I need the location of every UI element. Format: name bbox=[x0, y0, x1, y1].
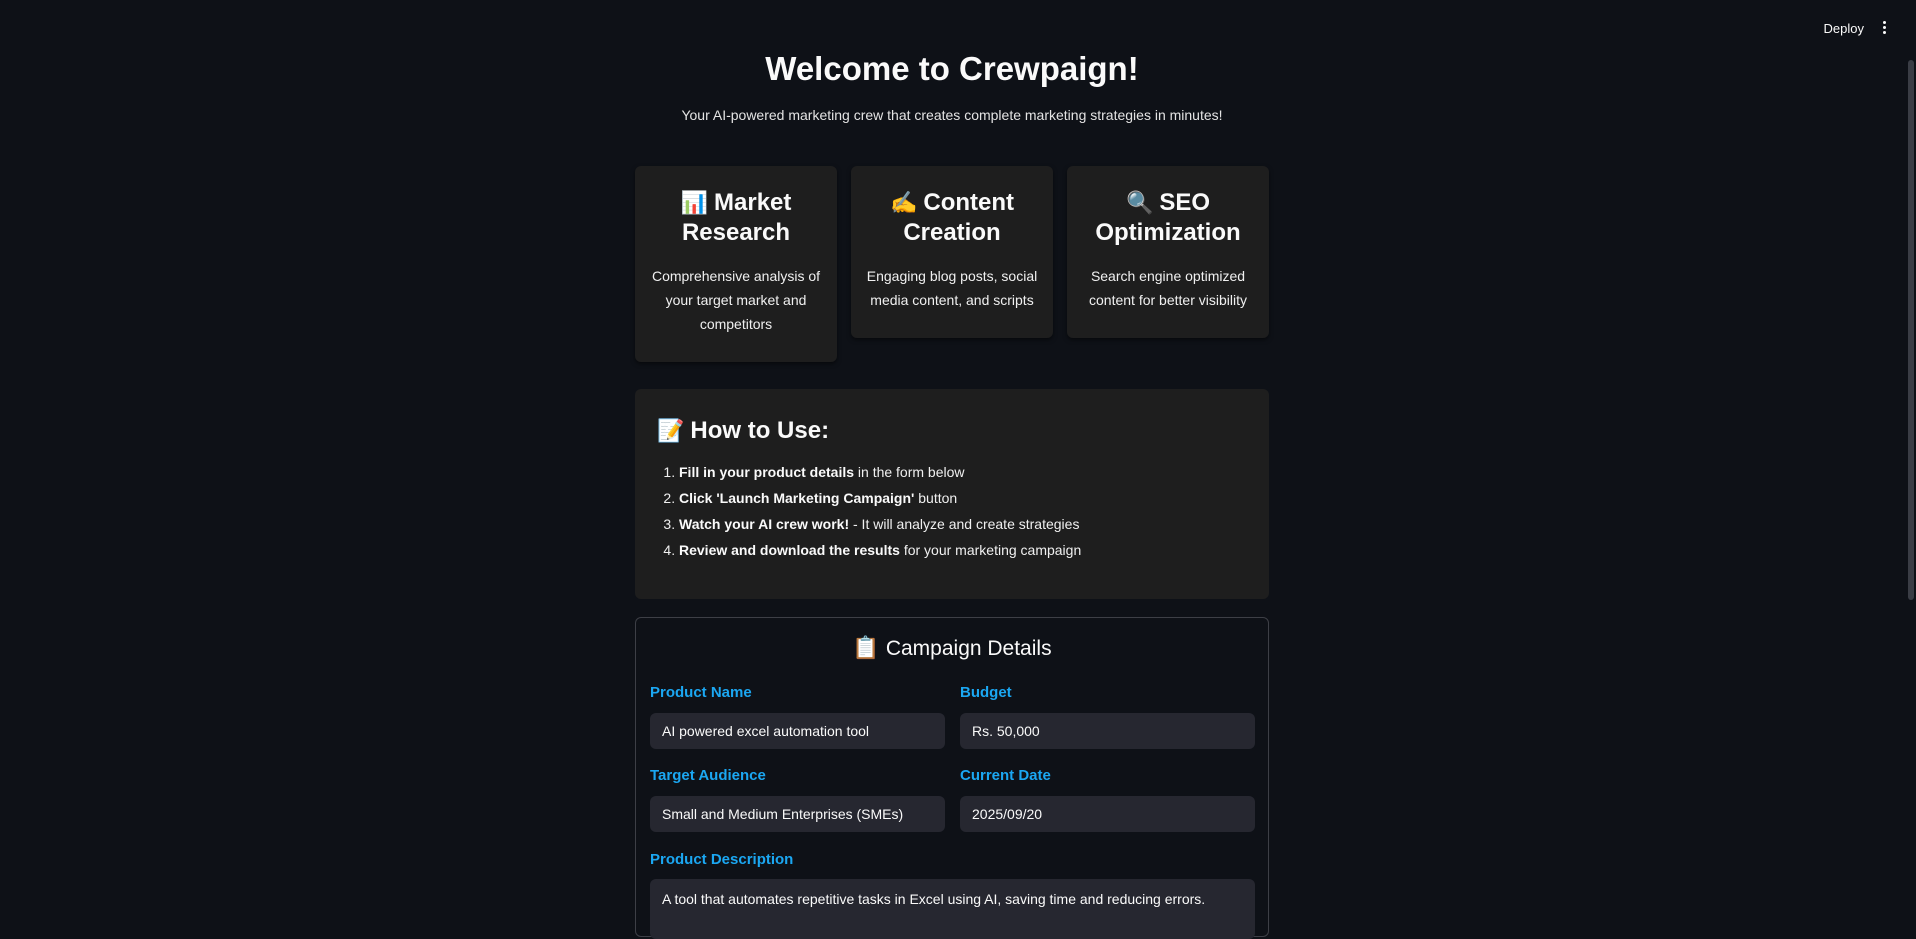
feature-description: Comprehensive analysis of your target ma… bbox=[651, 268, 821, 332]
feature-description: Engaging blog posts, social media conten… bbox=[866, 268, 1038, 308]
bar-chart-icon: 📊 bbox=[680, 190, 709, 215]
feature-description: Search engine optimized content for bett… bbox=[1089, 268, 1247, 308]
product-description-textarea[interactable]: A tool that automates repetitive tasks i… bbox=[650, 879, 1255, 939]
how-to-title-text: How to Use: bbox=[690, 417, 830, 444]
vertical-dots-icon[interactable] bbox=[1874, 16, 1894, 38]
budget-label: Budget bbox=[960, 684, 1012, 701]
scrollbar[interactable] bbox=[1908, 60, 1914, 600]
writing-hand-icon: ✍️ bbox=[889, 190, 918, 215]
list-item: Watch your AI crew work! - It will analy… bbox=[679, 511, 1247, 537]
feature-card-market-research: 📊 Market Research Comprehensive analysis … bbox=[635, 166, 837, 362]
memo-icon: 📝 bbox=[657, 418, 685, 443]
feature-title: 📊 Market Research bbox=[649, 188, 823, 248]
step-bold: Click 'Launch Marketing Campaign' bbox=[679, 490, 915, 506]
feature-title-text: Content Creation bbox=[903, 189, 1015, 246]
target-audience-input[interactable]: Small and Medium Enterprises (SMEs) bbox=[650, 796, 945, 832]
step-text: in the form below bbox=[854, 464, 965, 480]
feature-card-seo-optimization: 🔍 SEO Optimization Search engine optimize… bbox=[1067, 166, 1269, 338]
how-to-use-panel: 📝How to Use: Fill in your product detail… bbox=[635, 389, 1269, 599]
step-bold: Review and download the results bbox=[679, 542, 900, 558]
magnifier-icon: 🔍 bbox=[1125, 190, 1154, 215]
feature-card-content-creation: ✍️ Content Creation Engaging blog posts, … bbox=[851, 166, 1053, 338]
feature-title: 🔍 SEO Optimization bbox=[1081, 188, 1255, 248]
top-toolbar: Deploy bbox=[0, 0, 1916, 54]
campaign-details-form: 📋 Campaign Details Product Name AI powere… bbox=[635, 617, 1269, 939]
current-date-label: Current Date bbox=[960, 767, 1051, 784]
list-item: Review and download the results for your… bbox=[679, 537, 1247, 563]
page-title: Welcome to Crewpaign! bbox=[765, 50, 1139, 87]
form-title: 📋 Campaign Details bbox=[636, 635, 1268, 661]
budget-input[interactable]: Rs. 50,000 bbox=[960, 713, 1255, 749]
target-audience-label: Target Audience bbox=[650, 767, 766, 784]
step-text: button bbox=[914, 490, 958, 506]
how-to-title: 📝 How to Use: bbox=[657, 417, 1247, 445]
product-description-label: Product Description bbox=[650, 851, 794, 868]
page-subtitle: Your AI-powered marketing crew that crea… bbox=[681, 107, 1223, 123]
step-text: for your marketing campaign bbox=[899, 542, 1082, 558]
step-text: - It will analyze and create strategies bbox=[849, 516, 1080, 532]
feature-title-text: SEO Optimization bbox=[1095, 189, 1241, 246]
form-title-text: Campaign Details bbox=[885, 637, 1052, 660]
product-name-input[interactable]: AI powered excel automation tool bbox=[650, 713, 945, 749]
step-bold: Watch your AI crew work! bbox=[679, 516, 850, 532]
clipboard-icon: 📋 bbox=[852, 635, 880, 660]
product-name-label: Product Name bbox=[650, 684, 752, 701]
current-date-input[interactable]: 2025/09/20 bbox=[960, 796, 1255, 832]
feature-title: ✍️ Content Creation bbox=[865, 188, 1039, 248]
step-bold: Fill in your product details bbox=[679, 464, 855, 480]
deploy-button[interactable]: Deploy bbox=[1822, 17, 1866, 40]
list-item: Fill in your product details in the form… bbox=[679, 459, 1247, 485]
how-to-steps: Fill in your product details in the form… bbox=[657, 459, 1247, 563]
list-item: Click 'Launch Marketing Campaign' button bbox=[679, 485, 1247, 511]
